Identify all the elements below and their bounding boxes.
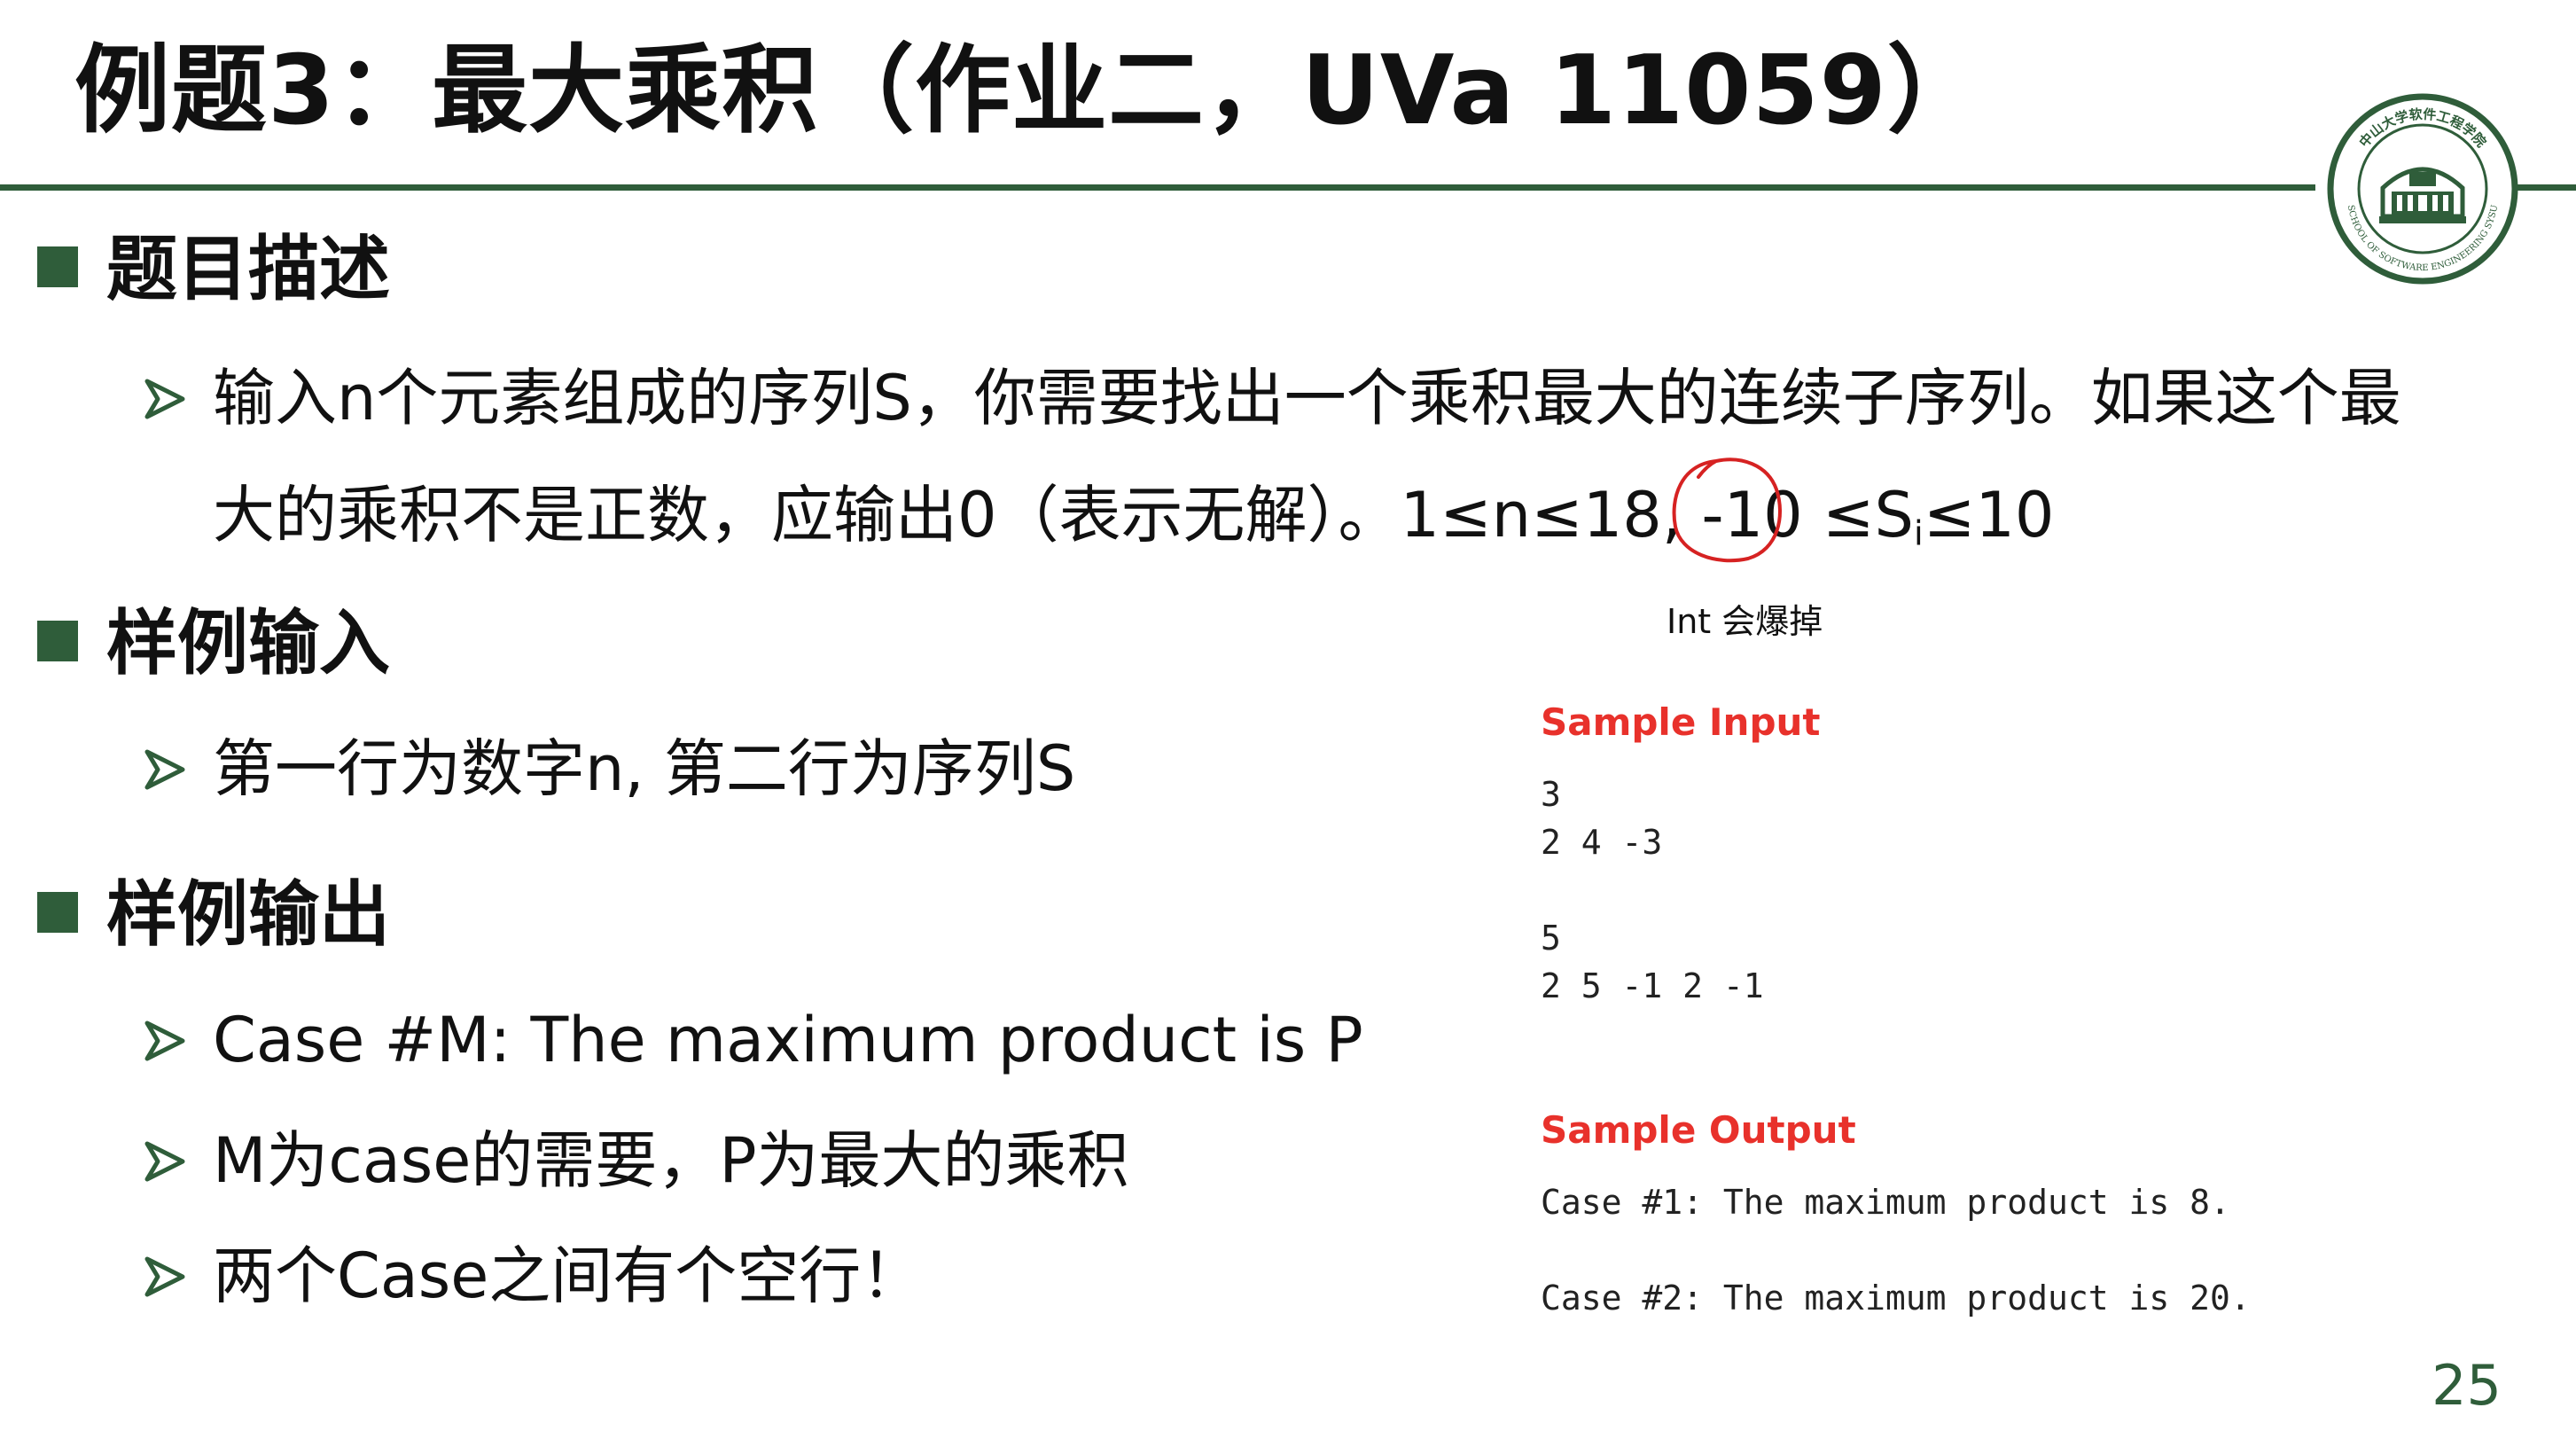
sample-output-heading: Sample Output — [1541, 1108, 1856, 1152]
title-rule-right — [2517, 184, 2576, 191]
sample-input-line: 2 4 -3 — [1541, 823, 1663, 862]
output-explain-line: M为case的需要，P为最大的乘积 — [213, 1124, 1129, 1197]
sample-input-heading: Sample Input — [1541, 700, 1821, 744]
sample-input-desc: 第一行为数字n, 第二行为序列S — [213, 732, 1076, 805]
sample-input-line: 5 — [1541, 919, 1561, 958]
arrow-bullet-icon — [144, 1020, 185, 1061]
sample-input-line: 2 5 -1 2 -1 — [1541, 966, 1764, 1005]
subscript-i: i — [1913, 513, 1924, 554]
arrow-bullet-icon — [144, 1141, 185, 1182]
section-heading-1: 题目描述 — [106, 228, 390, 310]
arrow-bullet-icon — [144, 749, 185, 790]
annotation-circle — [1672, 457, 1783, 563]
sample-input-line: 3 — [1541, 775, 1561, 814]
arrow-bullet-icon — [144, 1256, 185, 1297]
output-format-line: Case #M: The maximum product is P — [213, 1004, 1363, 1076]
section-marker-3 — [37, 892, 78, 933]
section-marker-1 — [37, 246, 78, 287]
school-logo: 中山大学软件工程学院 SCHOOL OF SOFTWARE ENGINEERIN… — [2327, 93, 2518, 285]
section-marker-2 — [37, 621, 78, 661]
building-icon — [2379, 167, 2466, 223]
section-heading-2: 样例输入 — [106, 602, 390, 684]
sample-output-line: Case #2: The maximum product is 20. — [1541, 1279, 2251, 1318]
output-blank-line-note: 两个Case之间有个空行！ — [213, 1239, 924, 1312]
page-number: 25 — [2432, 1353, 2502, 1418]
title-rule — [0, 184, 2315, 191]
description-line-2-tail: ≤10 — [1923, 479, 2055, 551]
arrow-bullet-icon — [144, 379, 185, 419]
section-heading-3: 样例输出 — [106, 873, 390, 956]
annotation-note: Int 会爆掉 — [1667, 602, 1823, 641]
description-line-2-text: 大的乘积不是正数，应输出0（表示无解）。1≤n≤18, -10 ≤S — [213, 479, 1914, 551]
description-line-1: 输入n个元素组成的序列S，你需要找出一个乘积最大的连续子序列。如果这个最 — [213, 362, 2401, 434]
slide-title: 例题3：最大乘积（作业二，UVa 11059） — [74, 35, 1984, 146]
sample-output-line: Case #1: The maximum product is 8. — [1541, 1183, 2230, 1222]
